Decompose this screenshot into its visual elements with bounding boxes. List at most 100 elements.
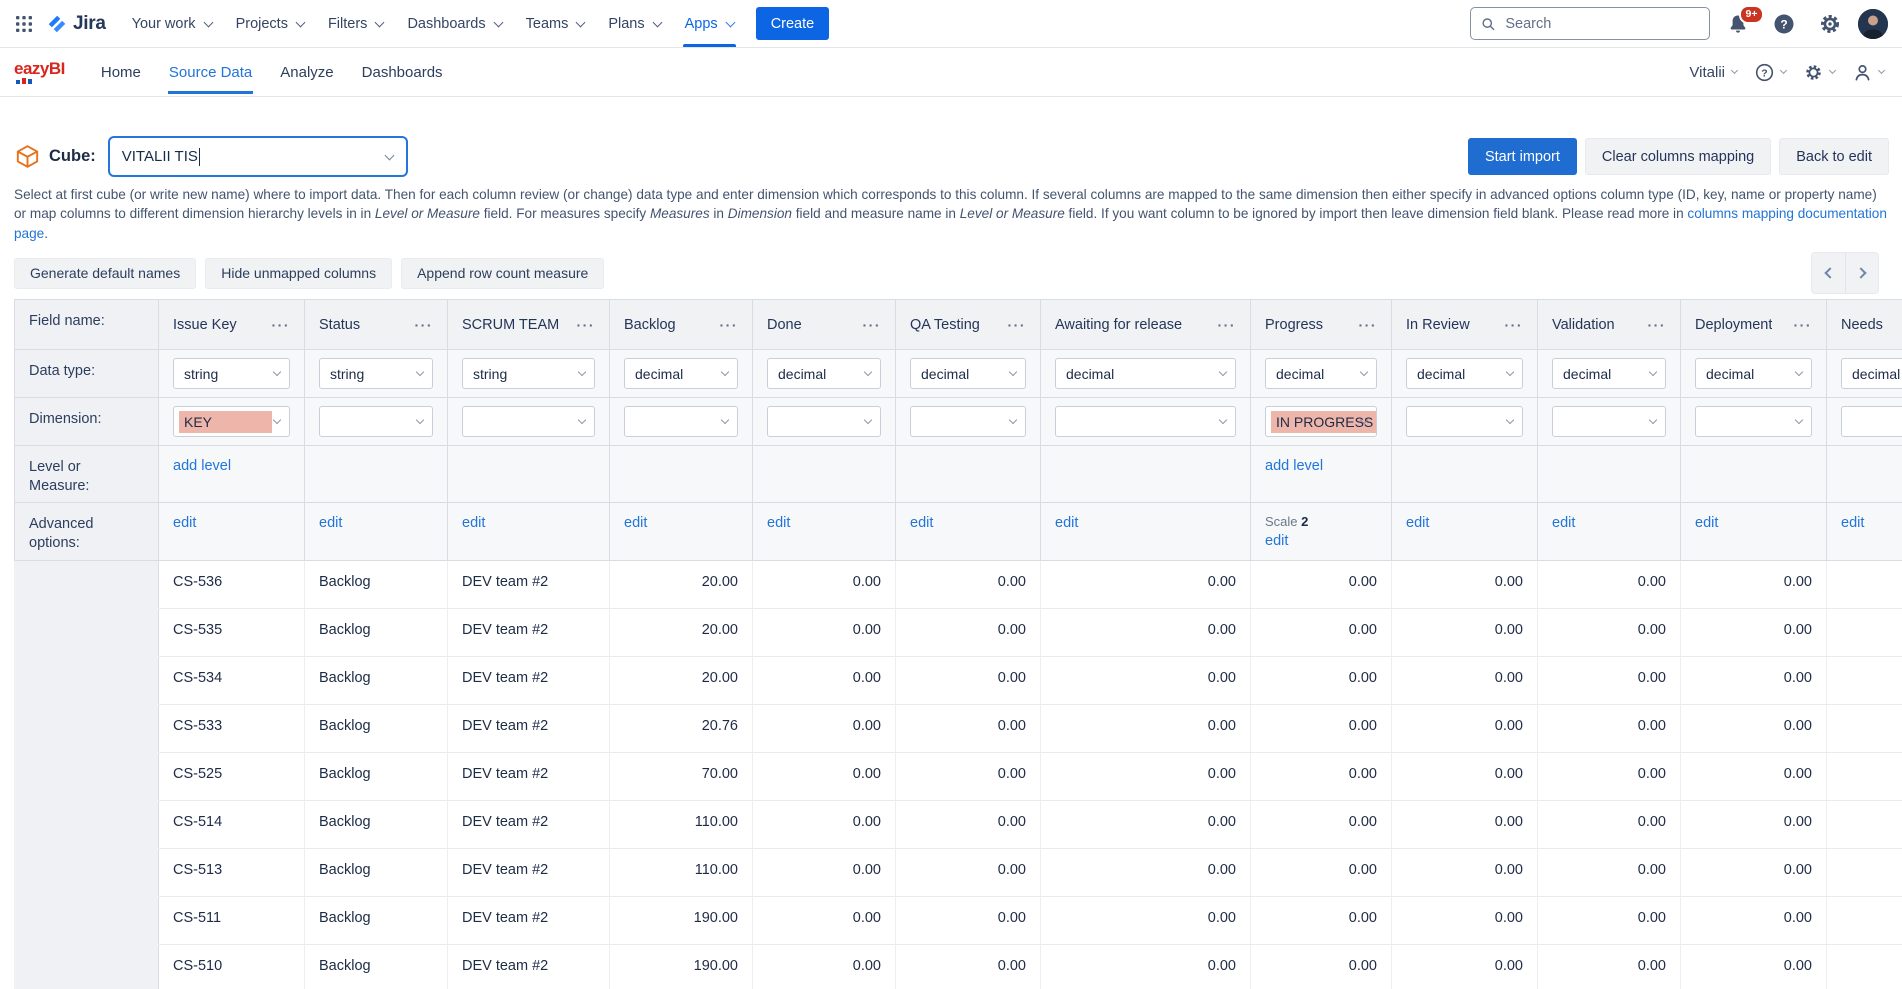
edit-advanced-options-link[interactable]: edit	[1841, 515, 1864, 531]
data-cell: DEV team #2	[448, 849, 610, 897]
app-switcher-button[interactable]	[8, 10, 40, 38]
column-more-button[interactable]: ···	[1788, 317, 1813, 333]
dimension-combobox[interactable]	[1695, 406, 1812, 437]
help-button[interactable]: ?	[1766, 8, 1802, 40]
user-avatar[interactable]	[1858, 9, 1888, 39]
cube-actions: Start import Clear columns mapping Back …	[1468, 138, 1889, 175]
eazybi-nav-item-home[interactable]: Home	[87, 48, 155, 96]
edit-advanced-options-link[interactable]: edit	[462, 515, 485, 531]
data-cell: 0.00	[753, 945, 896, 989]
data-cell: 20.76	[610, 705, 753, 753]
search-box[interactable]	[1470, 7, 1710, 40]
dimension-combobox[interactable]	[319, 406, 433, 437]
column-more-button[interactable]: ···	[571, 317, 596, 333]
data-preview-row: CS-513BacklogDEV team #2110.000.000.000.…	[15, 849, 1902, 897]
dimension-combobox[interactable]	[1841, 406, 1902, 437]
edit-advanced-options-link[interactable]: edit	[319, 515, 342, 531]
eazybi-nav-items: HomeSource DataAnalyzeDashboards	[87, 48, 457, 96]
column-more-button[interactable]: ···	[857, 317, 882, 333]
jira-nav-item-projects[interactable]: Projects	[224, 0, 316, 47]
chevron-right-icon	[1855, 268, 1866, 279]
edit-advanced-options-link[interactable]: edit	[1406, 515, 1429, 531]
cube-name-value: VITALII TIS	[122, 148, 198, 165]
column-more-button[interactable]: ···	[266, 317, 291, 333]
dimension-combobox[interactable]	[624, 406, 738, 437]
data-type-select[interactable]: decimal	[910, 358, 1026, 389]
data-type-value: decimal	[1276, 366, 1324, 382]
next-columns-button[interactable]	[1845, 253, 1878, 293]
dimension-combobox[interactable]	[1406, 406, 1523, 437]
data-type-select[interactable]: string	[462, 358, 595, 389]
eazybi-user-menu[interactable]	[1853, 63, 1884, 82]
cube-name-combobox[interactable]: VITALII TIS	[108, 136, 408, 177]
back-to-edit-button[interactable]: Back to edit	[1779, 138, 1889, 175]
toolbar-buttons: Generate default names Hide unmapped colu…	[14, 258, 613, 289]
eazybi-logo[interactable]: eazyBI	[14, 60, 65, 84]
jira-nav-item-your-work[interactable]: Your work	[120, 0, 224, 47]
column-more-button[interactable]: ···	[1353, 317, 1378, 333]
dimension-combobox[interactable]	[1552, 406, 1666, 437]
table-toolbar: Generate default names Hide unmapped colu…	[14, 253, 1889, 293]
column-more-button[interactable]: ···	[714, 317, 739, 333]
settings-button[interactable]	[1812, 8, 1848, 40]
jira-nav-item-teams[interactable]: Teams	[514, 0, 597, 47]
edit-advanced-options-link[interactable]: edit	[1265, 533, 1288, 549]
column-more-button[interactable]: ···	[1499, 317, 1524, 333]
data-type-select[interactable]: decimal	[1055, 358, 1236, 389]
generate-default-names-button[interactable]: Generate default names	[14, 258, 196, 289]
dimension-cell-deployment	[1681, 398, 1827, 446]
search-input[interactable]	[1503, 15, 1699, 33]
start-import-button[interactable]: Start import	[1468, 138, 1577, 175]
data-type-select[interactable]: decimal	[767, 358, 881, 389]
add-level-link[interactable]: add level	[1265, 458, 1323, 474]
prev-columns-button[interactable]	[1812, 253, 1845, 293]
data-type-select[interactable]: decimal	[1406, 358, 1523, 389]
data-type-select[interactable]: decimal	[1265, 358, 1377, 389]
dimension-combobox[interactable]	[1055, 406, 1236, 437]
clear-columns-mapping-button[interactable]: Clear columns mapping	[1585, 138, 1771, 175]
eazybi-settings-menu[interactable]	[1804, 63, 1835, 82]
edit-advanced-options-link[interactable]: edit	[910, 515, 933, 531]
eazybi-help-menu[interactable]: ?	[1755, 63, 1786, 82]
eazybi-nav-item-source-data[interactable]: Source Data	[155, 48, 266, 96]
dimension-combobox[interactable]: IN PROGRESS	[1265, 406, 1377, 437]
notifications-button[interactable]: 9+	[1720, 8, 1756, 40]
column-more-button[interactable]: ···	[409, 317, 434, 333]
dimension-combobox[interactable]	[462, 406, 595, 437]
data-type-select[interactable]: decimal	[1695, 358, 1812, 389]
edit-advanced-options-link[interactable]: edit	[1552, 515, 1575, 531]
edit-advanced-options-link[interactable]: edit	[1695, 515, 1718, 531]
data-cell: 0.00	[1681, 609, 1827, 657]
dimension-combobox[interactable]: KEY	[173, 406, 290, 437]
create-button[interactable]: Create	[756, 7, 830, 40]
edit-advanced-options-link[interactable]: edit	[767, 515, 790, 531]
data-type-select[interactable]: decimal	[1841, 358, 1902, 389]
append-row-count-measure-button[interactable]: Append row count measure	[401, 258, 604, 289]
edit-advanced-options-link[interactable]: edit	[624, 515, 647, 531]
dimension-combobox[interactable]	[910, 406, 1026, 437]
jira-nav-item-plans[interactable]: Plans	[596, 0, 672, 47]
data-cell: 0.00	[753, 897, 896, 945]
data-type-select[interactable]: string	[319, 358, 433, 389]
eazybi-nav-item-dashboards[interactable]: Dashboards	[348, 48, 457, 96]
dimension-combobox[interactable]	[767, 406, 881, 437]
data-cell: 0.00	[1538, 609, 1681, 657]
data-cell	[1827, 561, 1902, 609]
edit-advanced-options-link[interactable]: edit	[1055, 515, 1078, 531]
jira-nav-item-apps[interactable]: Apps	[673, 0, 746, 47]
jira-nav-item-filters[interactable]: Filters	[316, 0, 395, 47]
column-more-button[interactable]: ···	[1642, 317, 1667, 333]
eazybi-nav-item-analyze[interactable]: Analyze	[266, 48, 347, 96]
account-menu[interactable]: Vitalii	[1689, 64, 1737, 81]
jira-logo[interactable]: Jira	[46, 13, 106, 35]
hide-unmapped-columns-button[interactable]: Hide unmapped columns	[205, 258, 392, 289]
data-type-select[interactable]: string	[173, 358, 290, 389]
column-more-button[interactable]: ···	[1212, 317, 1237, 333]
data-type-select[interactable]: decimal	[1552, 358, 1666, 389]
field-name-cell-progress: Progress···	[1251, 300, 1392, 350]
jira-nav-item-dashboards[interactable]: Dashboards	[395, 0, 513, 47]
column-more-button[interactable]: ···	[1002, 317, 1027, 333]
add-level-link[interactable]: add level	[173, 458, 231, 474]
edit-advanced-options-link[interactable]: edit	[173, 515, 196, 531]
data-type-select[interactable]: decimal	[624, 358, 738, 389]
